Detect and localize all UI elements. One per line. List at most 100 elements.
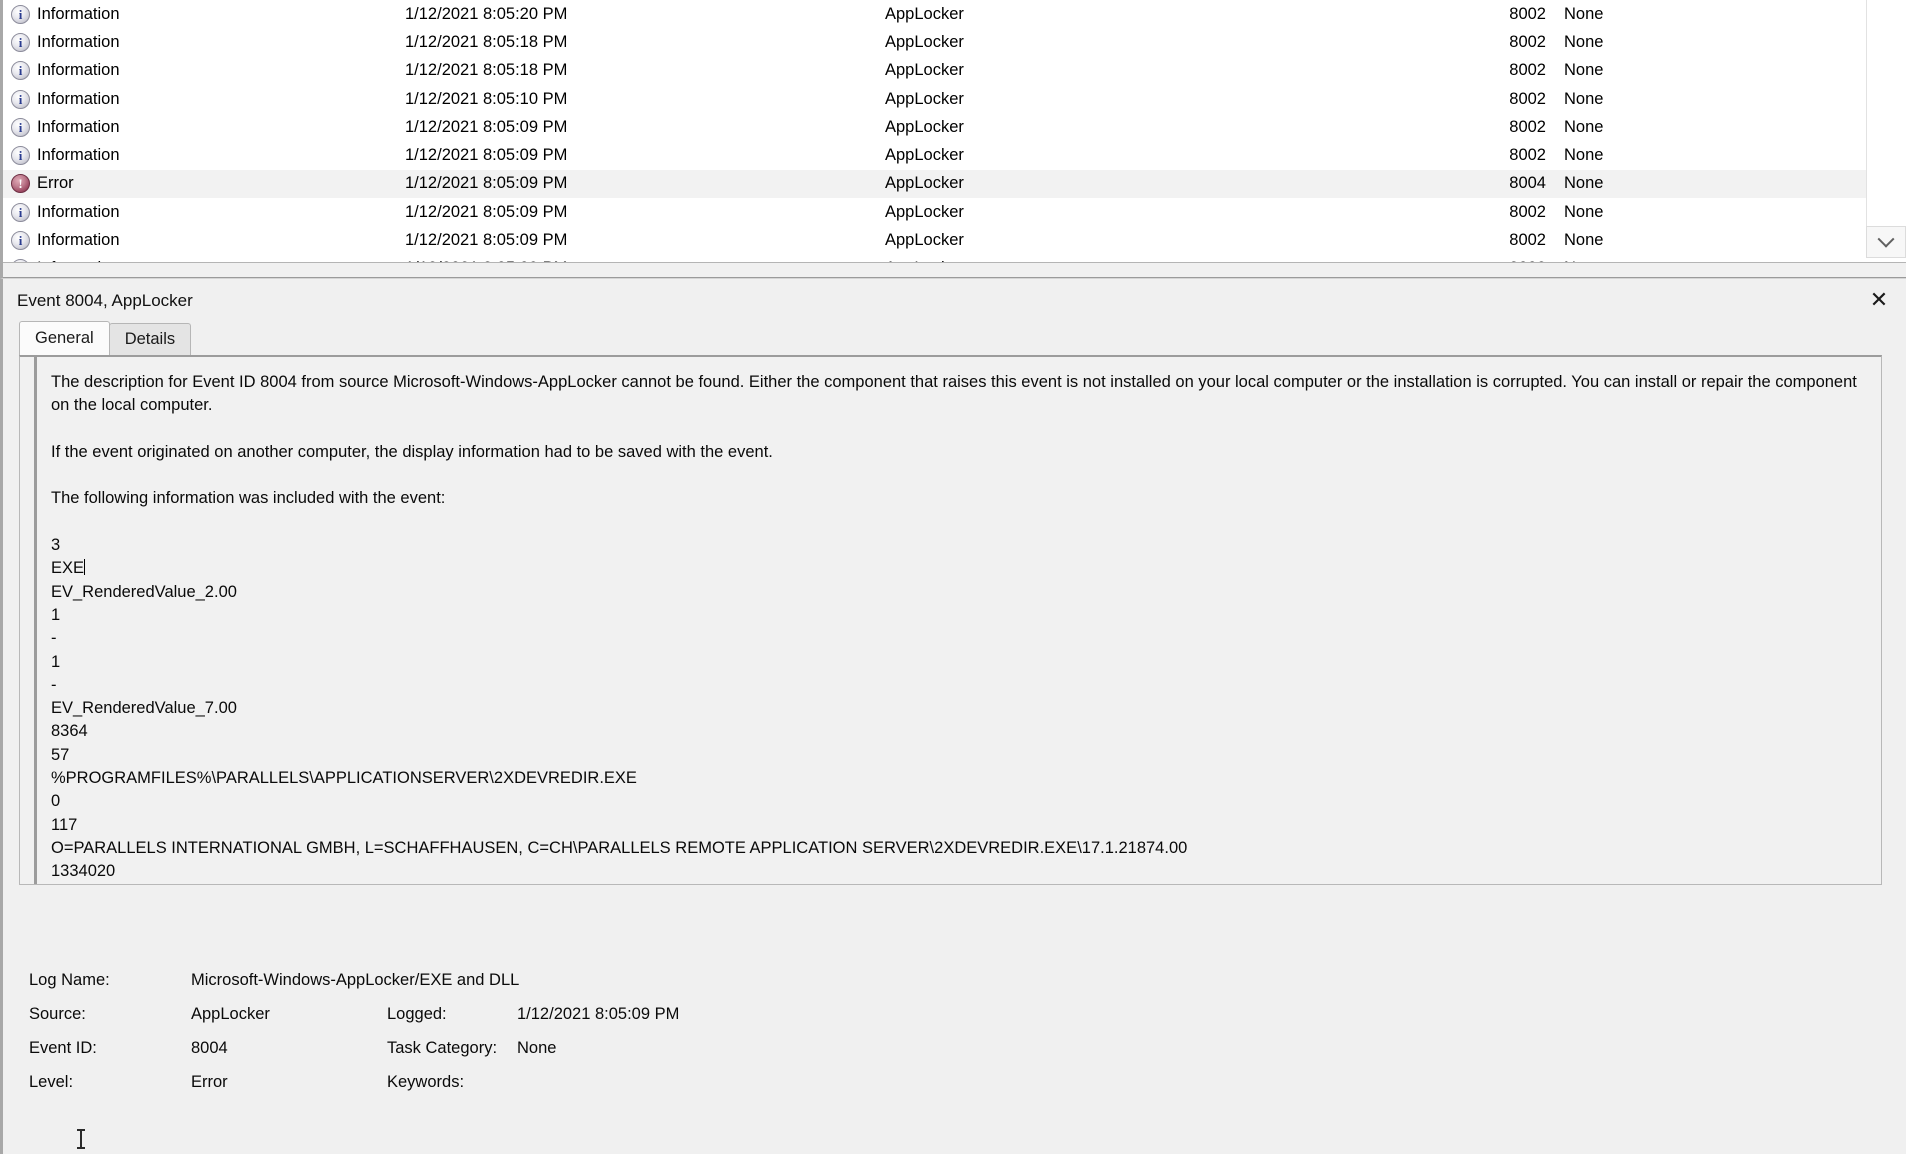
cell-source: AppLocker [885, 202, 964, 221]
event-list-region: i Information 1/12/2021 8:05:20 PM AppLocke… [0, 0, 1906, 278]
description-line-text: 1334020 [51, 862, 116, 881]
description-line-text: O=PARALLELS INTERNATIONAL GMBH, L=SCHAFF… [51, 838, 1188, 857]
cell-source: AppLocker [885, 174, 964, 193]
cell-date-time: 1/12/2021 8:05:20 PM [405, 4, 568, 23]
description-line-text: - [51, 675, 57, 694]
description-line-text: If the event originated on another compu… [51, 442, 773, 461]
source-value: AppLocker [191, 1004, 270, 1023]
cell-level: i Information [3, 146, 405, 166]
cell-task-category: None [1564, 61, 1604, 80]
detail-titlebar: Event 8004, AppLocker ✕ [3, 279, 1906, 323]
cell-task-category: None [1564, 117, 1604, 136]
description-line: EXE [51, 557, 1865, 580]
text-caret [84, 559, 86, 576]
close-icon[interactable]: ✕ [1862, 284, 1896, 316]
table-row[interactable]: i Information 1/12/2021 8:05:20 PM AppLocke… [3, 0, 1869, 28]
event-description-box[interactable]: The description for Event ID 8004 from s… [19, 355, 1882, 885]
log-name-value: Microsoft-Windows-AppLocker/EXE and DLL [191, 970, 520, 989]
description-line: 57 [51, 744, 1865, 767]
level-text: Information [37, 231, 120, 250]
level-text: Information [37, 202, 120, 221]
information-icon: i [11, 32, 30, 52]
description-line: 8364 [51, 720, 1865, 743]
event-viewer-window: i Information 1/12/2021 8:05:20 PM AppLocke… [0, 0, 1906, 1154]
information-icon: i [11, 4, 30, 24]
cell-date-time: 1/12/2021 8:05:10 PM [405, 89, 568, 108]
table-row[interactable]: i Information 1/12/2021 8:05:18 PM AppLocke… [3, 57, 1869, 85]
cell-level: ! Error [3, 174, 405, 194]
tab-details[interactable]: Details [108, 323, 192, 355]
table-row[interactable]: i Information 1/12/2021 8:05:09 PM AppLocke… [3, 226, 1869, 254]
information-icon: i [11, 117, 30, 137]
description-line: The following information was included w… [51, 487, 1865, 510]
scroll-down-button[interactable] [1866, 226, 1906, 258]
description-line-text: EV_RenderedValue_7.00 [51, 699, 237, 718]
description-line-text: 3 [51, 536, 61, 555]
cell-date-time: 1/12/2021 8:05:18 PM [405, 61, 568, 80]
information-icon: i [11, 231, 30, 251]
cell-source: AppLocker [885, 231, 964, 250]
cell-date-time: 1/12/2021 8:05:09 PM [405, 231, 568, 250]
cell-task-category: None [1564, 231, 1604, 250]
cell-event-id: 8002 [1509, 4, 1546, 23]
cell-event-id: 8002 [1509, 231, 1546, 250]
table-row[interactable]: i Information 1/12/2021 8:05:09 PM AppLocke… [3, 141, 1869, 169]
description-line: 1 [51, 651, 1865, 674]
cell-event-id: 8004 [1509, 174, 1546, 193]
cell-level: i Information [3, 32, 405, 52]
cell-source: AppLocker [885, 61, 964, 80]
level-text: Information [37, 146, 120, 165]
description-line: %PROGRAMFILES%\PARALLELS\APPLICATIONSERV… [51, 767, 1865, 790]
pane-splitter[interactable] [3, 262, 1906, 278]
cell-level: i Information [3, 4, 405, 24]
description-blank-line [51, 511, 1865, 534]
description-line: 0 [51, 790, 1865, 813]
log-name-label: Log Name: [29, 970, 110, 989]
table-row[interactable]: i Information 1/12/2021 8:05:09 PM AppLocke… [3, 113, 1869, 141]
description-line: The description for Event ID 8004 from s… [51, 371, 1865, 418]
description-line-text: EV_RenderedValue_2.00 [51, 582, 237, 601]
description-line: EV_RenderedValue_2.00 [51, 581, 1865, 604]
cell-level: i Information [3, 117, 405, 137]
cell-level: i Information [3, 89, 405, 109]
description-line-text: EXE [51, 559, 85, 578]
cell-level: i Information [3, 61, 405, 81]
tab-general[interactable]: General [19, 321, 110, 355]
table-row[interactable]: i Information 1/12/2021 8:05:09 PM AppLocke… [3, 198, 1869, 226]
description-line: EV_RenderedValue_7.00 [51, 697, 1865, 720]
cell-date-time: 1/12/2021 8:05:09 PM [405, 202, 568, 221]
description-line-text: 57 [51, 745, 70, 764]
cell-task-category: None [1564, 202, 1604, 221]
event-description-text: The description for Event ID 8004 from s… [34, 357, 1875, 884]
event-list[interactable]: i Information 1/12/2021 8:05:20 PM AppLocke… [3, 0, 1869, 274]
level-text: Information [37, 4, 120, 23]
description-line: 3 [51, 534, 1865, 557]
cell-date-time: 1/12/2021 8:05:09 PM [405, 146, 568, 165]
information-icon: i [11, 61, 30, 81]
event-metadata: Log Name: Microsoft-Windows-AppLocker/EX… [29, 967, 1429, 1095]
error-icon: ! [11, 174, 30, 194]
task-category-label: Task Category: [387, 1038, 498, 1057]
description-line: 1334020 [51, 860, 1865, 883]
event-list-scrollbar[interactable] [1866, 0, 1906, 258]
cell-task-category: None [1564, 4, 1604, 23]
cell-level: i Information [3, 202, 405, 222]
metadata-row-source: Source: AppLocker Logged: 1/12/2021 8:05… [29, 1001, 1429, 1027]
description-line-text: The following information was included w… [51, 489, 446, 508]
cell-level: i Information [3, 231, 405, 251]
description-line-text: 0 [51, 792, 61, 811]
cell-event-id: 8002 [1509, 117, 1546, 136]
text-cursor [77, 1129, 85, 1149]
cell-source: AppLocker [885, 4, 964, 23]
table-row[interactable]: i Information 1/12/2021 8:05:10 PM AppLocke… [3, 85, 1869, 113]
level-text: Information [37, 89, 120, 108]
table-row[interactable]: ! Error 1/12/2021 8:05:09 PM AppLocker 8004 N… [3, 169, 1869, 199]
description-line: O=PARALLELS INTERNATIONAL GMBH, L=SCHAFF… [51, 837, 1865, 860]
cell-event-id: 8002 [1509, 202, 1546, 221]
metadata-row-event-id: Event ID: 8004 Task Category: None [29, 1035, 1429, 1061]
description-line-text: The description for Event ID 8004 from s… [51, 373, 1862, 415]
table-row[interactable]: i Information 1/12/2021 8:05:18 PM AppLocke… [3, 28, 1869, 56]
cell-event-id: 8002 [1509, 146, 1546, 165]
level-text: Information [37, 61, 120, 80]
cell-event-id: 8002 [1509, 89, 1546, 108]
